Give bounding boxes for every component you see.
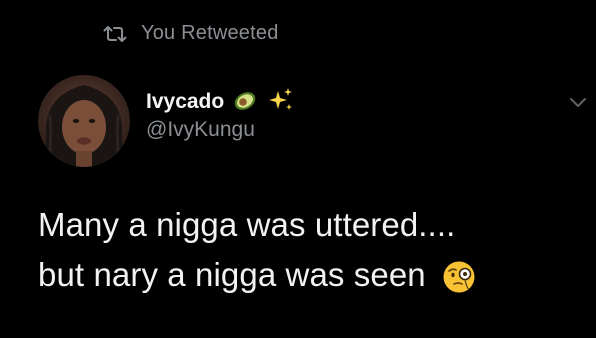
avocado-icon [232,88,260,117]
tweet-line: Many a nigga was uttered.... [38,206,456,243]
retweet-icon [103,25,127,43]
retweet-label: You Retweeted [141,22,279,44]
face-with-monocle-icon [442,258,476,293]
author-block[interactable]: Ivycado @IvyKungu [146,87,294,142]
tweet-line-with-emoji: but nary a nigga was seen [38,250,578,300]
handle[interactable]: @IvyKungu [146,118,294,142]
tweet-line-text: but nary a nigga was seen [38,256,426,293]
tweet-card[interactable]: You Retweeted Ivycado @IvyKungu Many a n… [0,0,596,338]
display-name[interactable]: Ivycado [146,90,224,114]
avatar[interactable] [38,75,130,167]
chevron-down-icon[interactable] [568,96,588,110]
sparkles-icon [268,87,294,118]
retweet-indicator: You Retweeted [103,22,279,45]
tweet-body: Many a nigga was uttered.... but nary a … [38,200,578,300]
